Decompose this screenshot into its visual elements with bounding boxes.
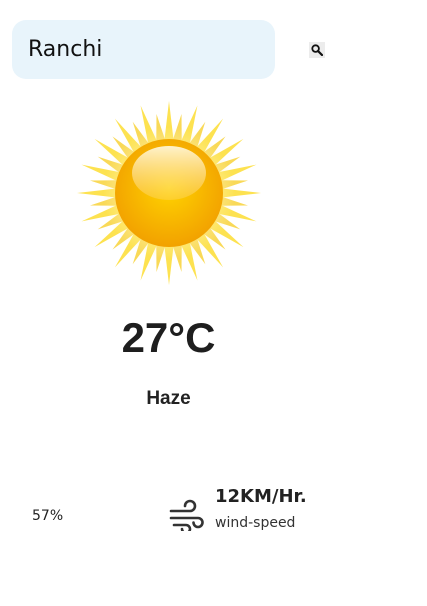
weather-condition: Haze: [146, 388, 191, 409]
city-search-input[interactable]: [28, 37, 258, 62]
search-button[interactable]: [309, 42, 325, 58]
sun-icon: [77, 101, 261, 285]
weather-app: 27°C Haze 57% 12KM/Hr. wind-speed: [0, 0, 427, 606]
wind-speed-label: wind-speed: [215, 515, 296, 531]
humidity-value: 57%: [32, 508, 64, 524]
wind-icon: [169, 499, 204, 531]
search-box: [12, 20, 275, 79]
wind-speed-value: 12KM/Hr.: [215, 486, 307, 507]
magnifier-icon: [311, 44, 323, 56]
temperature-value: 27°C: [121, 314, 216, 361]
